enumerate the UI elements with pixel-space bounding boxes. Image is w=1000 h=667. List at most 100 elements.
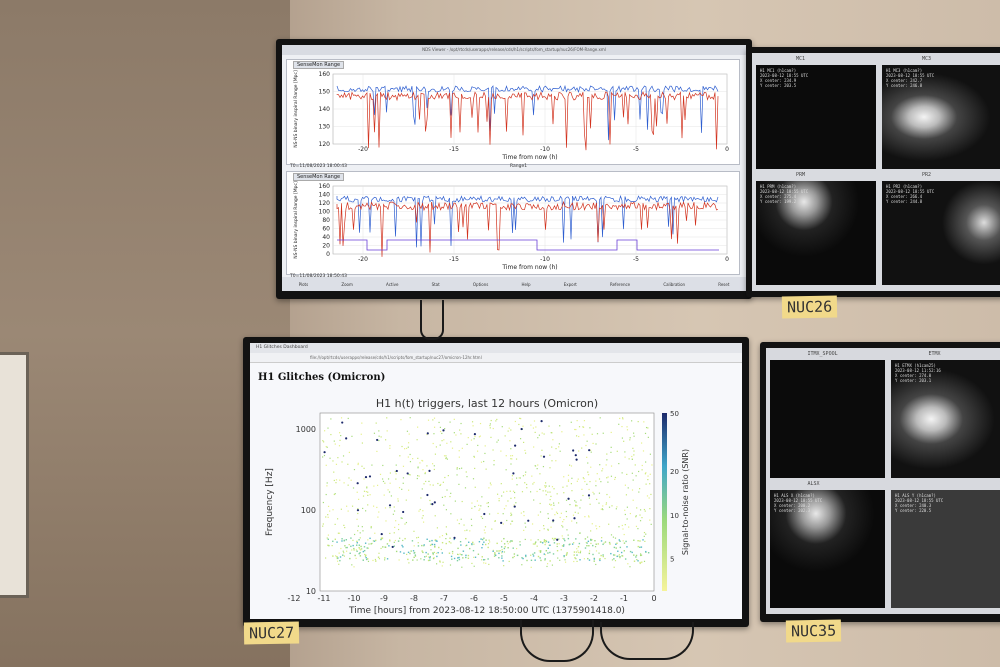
- status-item[interactable]: Help: [521, 282, 530, 287]
- status-item[interactable]: Active: [386, 282, 398, 287]
- trigger-point: [407, 456, 409, 458]
- trigger-point: [544, 482, 547, 484]
- trigger-point: [574, 500, 576, 502]
- trigger-point: [551, 486, 554, 488]
- trigger-point: [384, 507, 387, 509]
- trigger-point: [477, 553, 480, 555]
- trigger-point: [509, 440, 511, 442]
- trigger-point: [560, 549, 562, 551]
- trigger-point: [355, 549, 358, 551]
- trigger-point: [642, 539, 644, 541]
- status-item[interactable]: Reference: [610, 282, 630, 287]
- trigger-point: [584, 547, 587, 549]
- trigger-point: [594, 540, 596, 542]
- trigger-point: [550, 495, 552, 498]
- trigger-point: [492, 449, 494, 451]
- y-axis-label: NS-NS binary inspiral Range [Mpc]: [293, 70, 299, 148]
- trigger-point: [362, 559, 364, 561]
- trigger-point: [338, 552, 340, 554]
- trigger-point: [502, 560, 504, 562]
- trigger-point: [361, 442, 363, 444]
- trigger-point: [543, 528, 545, 530]
- status-item[interactable]: Export: [564, 282, 577, 287]
- trigger-point: [577, 545, 580, 548]
- x-tick-label: -8: [410, 594, 418, 603]
- trigger-point: [520, 512, 522, 514]
- trigger-point: [541, 542, 544, 544]
- trigger-point: [488, 487, 490, 489]
- trigger-point: [455, 434, 457, 436]
- trigger-point: [593, 560, 595, 562]
- trigger-point: [487, 505, 490, 508]
- trigger-point: [478, 509, 480, 511]
- trigger-point: [576, 560, 578, 563]
- trigger-point: [460, 544, 462, 546]
- trigger-point: [335, 479, 338, 481]
- trigger-point: [573, 560, 575, 563]
- trigger-point: [325, 445, 327, 448]
- trigger-point: [371, 464, 373, 466]
- trigger-point: [438, 421, 440, 424]
- trigger-point: [441, 552, 444, 554]
- colorbar-label: Signal-to-noise ratio (SNR): [681, 449, 690, 555]
- trigger-point: [427, 419, 430, 421]
- trigger-point: [513, 491, 516, 494]
- trigger-point: [537, 514, 539, 516]
- trigger-point: [545, 542, 547, 544]
- trigger-point: [540, 455, 542, 457]
- trigger-point: [439, 426, 442, 428]
- trigger-point: [479, 508, 481, 510]
- trigger-point: [322, 523, 324, 525]
- trigger-point: [600, 508, 602, 510]
- status-item[interactable]: Zoom: [341, 282, 353, 287]
- trigger-point: [327, 544, 329, 547]
- omicron-screen: H1 Glitches Dashboard file:///opt/rtcds/…: [250, 343, 742, 619]
- trigger-point: [403, 552, 405, 554]
- trigger-point: [578, 426, 581, 428]
- trigger-point: [522, 425, 524, 427]
- status-item[interactable]: Stat: [432, 282, 440, 287]
- trigger-point: [638, 470, 640, 473]
- status-item[interactable]: Calibration: [663, 282, 685, 287]
- status-item[interactable]: Reset: [718, 282, 729, 287]
- status-item[interactable]: Plots: [299, 282, 309, 287]
- trigger-point: [645, 461, 647, 463]
- trigger-point: [566, 552, 568, 554]
- trigger-point: [567, 479, 570, 481]
- trigger-point: [382, 480, 385, 483]
- trigger-point: [481, 556, 483, 558]
- trigger-point: [633, 539, 635, 541]
- trigger-point: [498, 557, 500, 559]
- camera-info: H1 PR2 (h1cam?) 2023-08-12 18:55 UTC X c…: [886, 184, 935, 204]
- trigger-point: [459, 429, 461, 431]
- trigger-point: [382, 546, 384, 548]
- trigger-point: [571, 543, 574, 545]
- x-tick-label: 0: [651, 594, 656, 603]
- status-item[interactable]: Options: [473, 282, 488, 287]
- trigger-point: [649, 508, 651, 510]
- loud-trigger: [587, 494, 591, 497]
- trigger-point: [367, 494, 369, 496]
- trigger-point: [614, 537, 617, 539]
- trigger-point: [579, 507, 581, 509]
- trigger-point: [351, 564, 353, 566]
- trigger-point: [547, 547, 549, 549]
- trigger-point: [479, 422, 482, 425]
- trigger-point: [558, 543, 560, 545]
- trigger-point: [637, 421, 639, 423]
- trigger-point: [533, 446, 535, 448]
- trigger-point: [431, 463, 434, 465]
- trigger-point: [524, 482, 526, 484]
- trigger-point: [563, 544, 565, 546]
- trigger-point: [404, 448, 406, 450]
- trigger-point: [645, 426, 648, 429]
- trigger-point: [588, 516, 590, 518]
- trigger-point: [407, 489, 410, 491]
- trigger-point: [370, 527, 372, 529]
- trigger-point: [563, 555, 565, 557]
- trigger-point: [441, 496, 444, 498]
- trigger-point: [423, 483, 425, 485]
- trigger-point: [456, 468, 458, 470]
- loud-trigger: [588, 449, 591, 452]
- trigger-point: [598, 478, 601, 480]
